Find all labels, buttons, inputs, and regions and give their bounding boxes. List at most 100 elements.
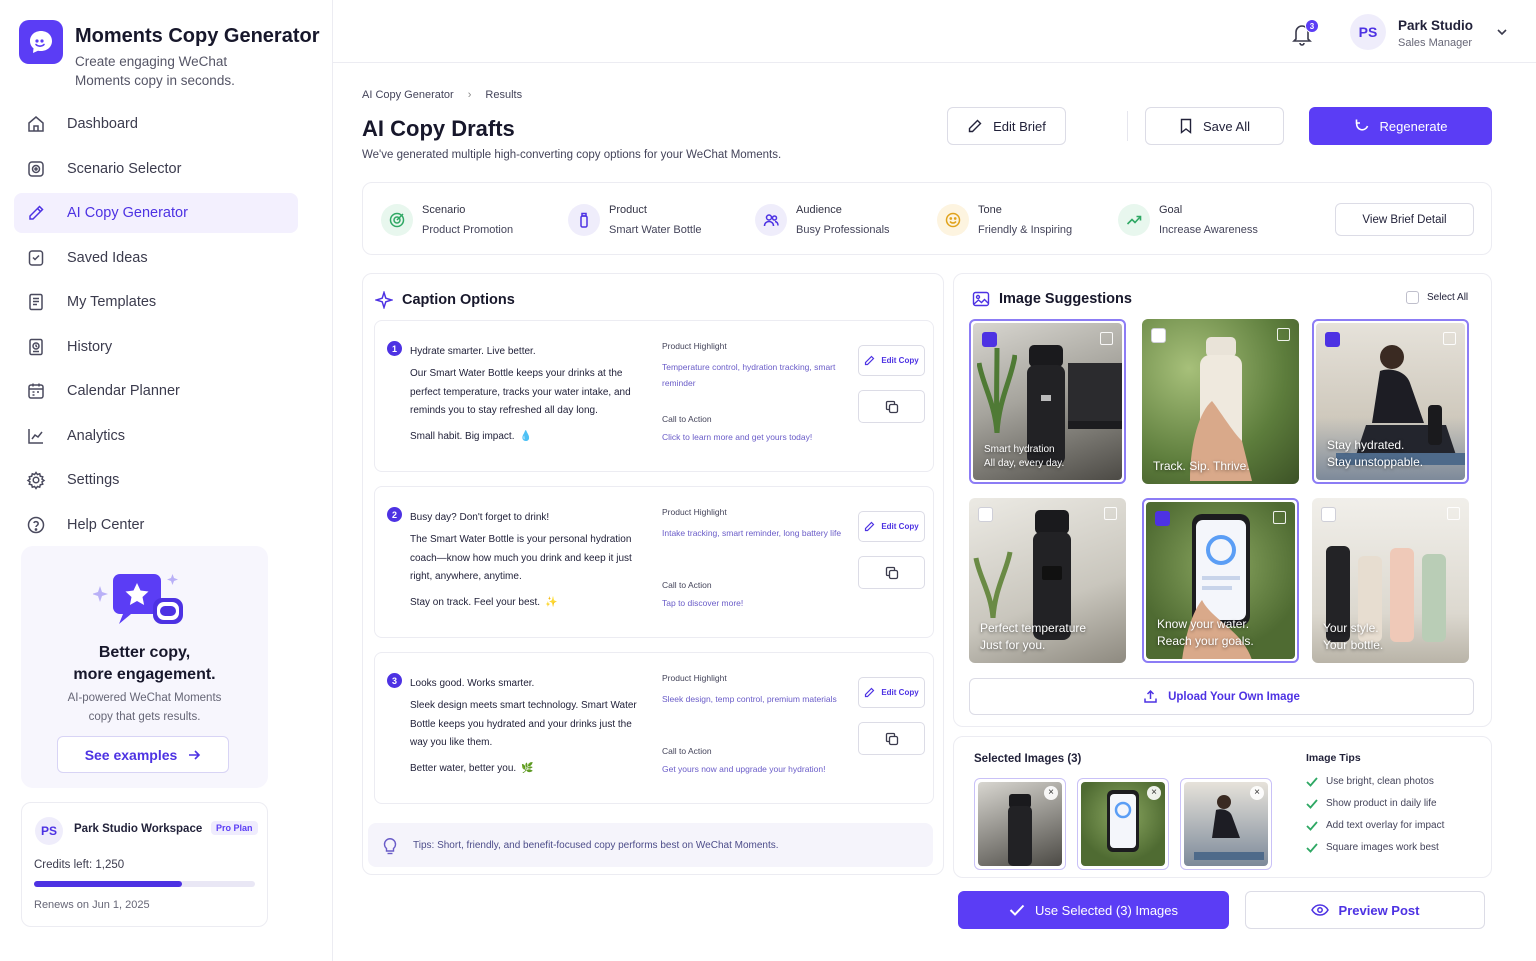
sidebar-item-calendar-planner[interactable]: Calendar Planner [14, 371, 298, 411]
app-logo[interactable] [19, 20, 63, 64]
copy-button[interactable] [858, 556, 925, 589]
credits-progress-fill [34, 881, 183, 887]
sparkle-emoji: ✨ [545, 597, 558, 608]
user-name: Park Studio [1398, 18, 1474, 33]
expand-icon[interactable] [1443, 332, 1456, 345]
checkbox[interactable] [1321, 507, 1336, 522]
expand-icon[interactable] [1100, 332, 1113, 345]
copy-tips-banner: Tips: Short, friendly, and benefit-focus… [368, 823, 933, 867]
user-avatar[interactable]: PS [1350, 14, 1386, 50]
image-suggestion-2[interactable]: Track. Sip. Thrive. [1142, 319, 1299, 484]
checkbox-checked[interactable] [982, 332, 997, 347]
plant-illustration [973, 551, 1013, 618]
checkbox-checked[interactable] [1155, 511, 1170, 526]
product-highlight-value: Temperature control, hydration tracking,… [662, 362, 836, 388]
sidebar-item-label: Help Center [67, 516, 145, 533]
copy-button[interactable] [858, 722, 925, 755]
check-icon [1306, 798, 1318, 809]
copy-icon [885, 400, 898, 413]
plant-illustration [977, 347, 1017, 433]
sidebar-item-history[interactable]: History [14, 327, 298, 367]
image-suggestion-3[interactable]: Stay hydrated. Stay unstoppable. [1312, 319, 1469, 484]
caption-number: 1 [387, 341, 402, 356]
image-tip-item: Show product in daily life [1306, 798, 1437, 809]
chart-icon [28, 428, 43, 444]
checkbox[interactable] [978, 507, 993, 522]
upload-image-button[interactable]: Upload Your Own Image [969, 678, 1474, 715]
sidebar-item-saved-ideas[interactable]: Saved Ideas [14, 238, 298, 278]
edit-copy-button[interactable]: Edit Copy [858, 677, 925, 708]
caption-card-3[interactable]: 3 Looks good. Works smarter. Sleek desig… [374, 652, 934, 804]
copy-button[interactable] [858, 390, 925, 423]
preview-post-button[interactable]: Preview Post [1245, 891, 1485, 929]
sidebar-item-analytics[interactable]: Analytics [14, 416, 298, 456]
caption-options-title: Caption Options [375, 291, 515, 309]
regenerate-button[interactable]: Regenerate [1309, 107, 1492, 145]
product-highlight-label: Product Highlight [662, 507, 727, 517]
cta-label: Call to Action [662, 746, 712, 756]
caption-closing: Small habit. Big impact. 💧 [410, 431, 532, 442]
caption-card-1[interactable]: 1 Hydrate smarter. Live better. Our Smar… [374, 320, 934, 472]
target-icon [28, 160, 44, 177]
bookmark-icon [1180, 118, 1192, 134]
expand-icon[interactable] [1104, 507, 1117, 520]
star-chat-illustration-icon [93, 574, 183, 624]
bottle-icon [568, 203, 600, 236]
sidebar-item-help-center[interactable]: Help Center [14, 505, 298, 545]
remove-icon[interactable]: × [1147, 786, 1161, 800]
refresh-icon [1355, 119, 1368, 131]
checkbox[interactable] [1151, 328, 1166, 343]
breadcrumb-item[interactable]: AI Copy Generator [362, 89, 454, 101]
breadcrumb-current: Results [485, 89, 523, 101]
edit-brief-button[interactable]: Edit Brief [947, 107, 1066, 145]
sidebar-item-settings[interactable]: Settings [14, 460, 298, 500]
brief-item-audience: Audience Busy Professionals [755, 183, 890, 256]
expand-icon[interactable] [1277, 328, 1290, 341]
see-examples-button[interactable]: See examples [57, 736, 229, 773]
checkbox[interactable] [1406, 291, 1419, 304]
check-icon [1009, 904, 1025, 916]
product-highlight-value: Intake tracking, smart reminder, long ba… [662, 528, 842, 538]
image-overlay-text: Perfect temperature Just for you. [980, 621, 1087, 652]
selected-image-3[interactable]: × [1180, 778, 1272, 870]
image-tip-item: Square images work best [1306, 842, 1439, 853]
view-brief-detail-button[interactable]: View Brief Detail [1335, 203, 1474, 236]
pen-icon [968, 119, 982, 133]
select-all-checkbox[interactable]: Select All [1406, 291, 1468, 304]
checkbox-checked[interactable] [1325, 332, 1340, 347]
selected-image-1[interactable]: × [974, 778, 1066, 870]
smile-icon [937, 203, 969, 236]
image-suggestion-1[interactable]: Smart hydration All day, every day. [969, 319, 1126, 484]
sidebar-item-ai-copy-generator[interactable]: AI Copy Generator [14, 193, 298, 233]
sidebar-item-label: Settings [67, 472, 120, 488]
caption-closing: Better water, better you. 🌿 [410, 763, 534, 774]
cta-value: Click to learn more and get yours today! [662, 432, 813, 442]
sidebar-item-scenario-selector[interactable]: Scenario Selector [14, 149, 298, 189]
image-suggestion-5[interactable]: Know your water. Reach your goals. [1142, 498, 1299, 663]
divider [1127, 111, 1128, 141]
save-all-button[interactable]: Save All [1145, 107, 1284, 145]
template-icon [29, 293, 43, 311]
caption-card-2[interactable]: 2 Busy day? Don't forget to drink! The S… [374, 486, 934, 638]
edit-copy-button[interactable]: Edit Copy [858, 345, 925, 376]
image-suggestion-6[interactable]: Your style. Your bottle. [1312, 498, 1469, 663]
caption-number: 3 [387, 673, 402, 688]
remove-icon[interactable]: × [1044, 786, 1058, 800]
image-suggestion-4[interactable]: Perfect temperature Just for you. [969, 498, 1126, 663]
selected-image-2[interactable]: × [1077, 778, 1169, 870]
upload-icon [1144, 689, 1157, 703]
use-selected-images-button[interactable]: Use Selected (3) Images [958, 891, 1229, 929]
bottle-illustration [1008, 794, 1032, 866]
sidebar-item-my-templates[interactable]: My Templates [14, 282, 298, 322]
image-tips-title: Image Tips [1306, 752, 1361, 764]
sidebar-item-dashboard[interactable]: Dashboard [14, 104, 298, 144]
remove-icon[interactable]: × [1250, 786, 1264, 800]
expand-icon[interactable] [1447, 507, 1460, 520]
edit-copy-button[interactable]: Edit Copy [858, 511, 925, 542]
droplet-emoji: 💧 [519, 431, 532, 442]
workspace-name: Park Studio Workspace [74, 823, 203, 835]
chevron-down-icon[interactable] [1496, 27, 1508, 37]
sidebar-item-label: Dashboard [67, 116, 138, 132]
expand-icon[interactable] [1273, 511, 1286, 524]
workspace-card[interactable]: PS Park Studio Workspace Pro Plan Credit… [21, 802, 268, 927]
